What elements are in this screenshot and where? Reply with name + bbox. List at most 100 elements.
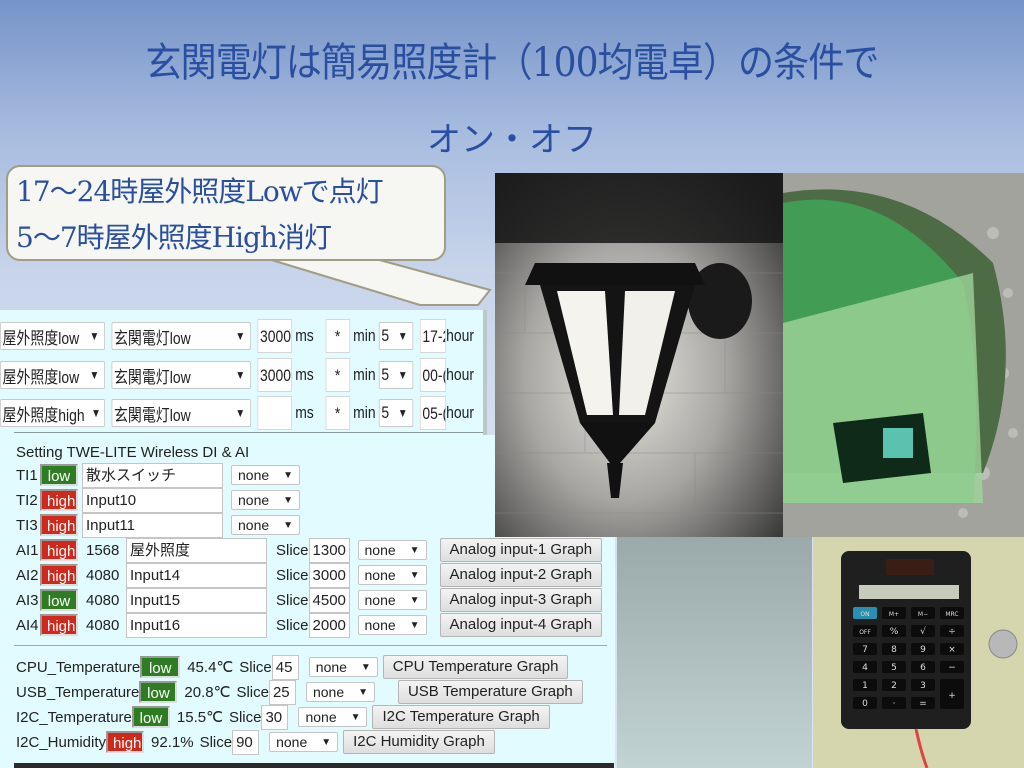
state-badge[interactable]: high: [106, 731, 145, 753]
calculator-key-label: 4: [862, 663, 868, 673]
option-select[interactable]: none ▼: [357, 540, 427, 560]
slice-input[interactable]: 45: [271, 654, 299, 680]
calculator-key-label: −: [948, 663, 956, 673]
dropdown-arrow-icon: ▼: [409, 594, 420, 606]
min-select[interactable]: 5 ▼: [378, 322, 414, 350]
option-select[interactable]: none ▼: [298, 707, 368, 727]
dropdown-arrow-icon: ▼: [91, 406, 101, 420]
option-select[interactable]: none ▼: [357, 615, 427, 635]
dropdown-arrow-icon: ▼: [235, 329, 246, 343]
slice-input[interactable]: 25: [268, 679, 296, 705]
calculator-key-label: M−: [918, 611, 928, 618]
slice-label: Slice: [228, 708, 262, 726]
calculator-photo: ON M+ M− MRC OFF% √ ÷ 7 8 9 × 4 5 6 − 1 2 3 +0 · =: [813, 537, 1024, 768]
calculator-key-label: 5: [891, 663, 897, 673]
slice-input[interactable]: 90: [232, 729, 260, 755]
slice-input[interactable]: 30: [261, 704, 289, 730]
sensor-graph-button[interactable]: I2C Temperature Graph: [372, 705, 550, 729]
condition-select[interactable]: 屋外照度low ▼: [0, 322, 105, 350]
condition-select[interactable]: 屋外照度low ▼: [0, 361, 105, 389]
device-select[interactable]: 玄関電灯low ▼: [111, 361, 251, 389]
sensor-value: 20.8℃: [184, 684, 231, 701]
hour-input[interactable]: 05-(: [419, 396, 447, 430]
callout-line-1: 17〜24時屋外照度Lowで点灯: [16, 175, 384, 208]
callout-line-2: 5〜7時屋外照度High消灯: [16, 221, 332, 254]
hour-label: hour: [446, 403, 475, 422]
calculator-key-label: 8: [891, 645, 897, 655]
input-name-field[interactable]: 散水スイッチ: [82, 462, 223, 488]
min-select[interactable]: 5 ▼: [378, 361, 414, 389]
condition-select[interactable]: 屋外照度high ▼: [0, 399, 105, 427]
input-label: TI2: [16, 491, 38, 509]
sensor-value: 92.1%: [151, 733, 194, 751]
analog-graph-button[interactable]: Analog input-1 Graph: [439, 538, 603, 562]
state-badge[interactable]: low: [139, 681, 178, 703]
rule-row: 屋外照度low▼ 玄関電灯low▼ 3000( ms * min 5▼ 00-(…: [0, 358, 477, 392]
dropdown-arrow-icon: ▼: [397, 329, 408, 343]
input-name-field[interactable]: Input10: [82, 487, 223, 513]
device-select[interactable]: 玄関電灯low ▼: [111, 322, 251, 350]
input-label: AI3: [16, 591, 39, 609]
input-name-field[interactable]: Input11: [82, 512, 223, 538]
ms-label: ms: [295, 365, 314, 384]
state-badge[interactable]: high: [40, 514, 78, 536]
sensor-graph-button[interactable]: I2C Humidity Graph: [343, 730, 495, 754]
state-badge[interactable]: low: [40, 464, 78, 486]
analog-graph-button[interactable]: Analog input-4 Graph: [439, 613, 603, 637]
dropdown-arrow-icon: ▼: [397, 368, 408, 382]
state-badge[interactable]: high: [40, 614, 78, 636]
star-input[interactable]: *: [325, 396, 350, 430]
star-input[interactable]: *: [325, 358, 350, 392]
option-select[interactable]: none ▼: [308, 657, 378, 677]
option-select[interactable]: none ▼: [357, 590, 427, 610]
option-select[interactable]: none ▼: [305, 682, 375, 702]
analog-graph-button[interactable]: Analog input-2 Graph: [439, 563, 603, 587]
input-label: AI4: [16, 616, 39, 634]
min-label: min: [353, 403, 376, 422]
calculator-key-label: 6: [920, 663, 926, 673]
calculator-key-label: +: [948, 691, 956, 701]
sensor-graph-button[interactable]: USB Temperature Graph: [397, 680, 583, 704]
min-label: min: [353, 326, 376, 345]
option-select[interactable]: none ▼: [231, 490, 300, 510]
hour-input[interactable]: 00-(: [419, 358, 447, 392]
calculator-key-label: √: [920, 626, 926, 637]
state-badge[interactable]: high: [40, 539, 78, 561]
state-badge[interactable]: high: [40, 564, 78, 586]
input-label: AI2: [16, 566, 39, 584]
input-name-field[interactable]: Input16: [126, 612, 267, 638]
ms-input[interactable]: 3000(: [257, 319, 292, 353]
analog-input-row: AI3 low 4080 Input15 Slice 4500 none ▼ An…: [16, 587, 603, 613]
option-select[interactable]: none ▼: [231, 515, 300, 535]
slice-input[interactable]: 2000: [308, 612, 350, 638]
digital-input-row: TI2 high Input10 none ▼: [16, 487, 300, 513]
bottom-bar: [14, 763, 614, 768]
sensor-value: 45.4℃: [187, 659, 234, 676]
ms-input[interactable]: [257, 396, 292, 430]
input-name-field[interactable]: 屋外照度: [126, 537, 267, 563]
state-badge[interactable]: low: [140, 656, 181, 678]
sensor-graph-button[interactable]: CPU Temperature Graph: [382, 655, 569, 679]
input-name-field[interactable]: Input14: [126, 562, 267, 588]
slice-input[interactable]: 3000: [308, 562, 350, 588]
wrapped-calculator-sensor-photo: [783, 173, 1024, 537]
calculator-image: ON M+ M− MRC OFF% √ ÷ 7 8 9 × 4 5 6 − 1 2 3 +0 · =: [813, 537, 1024, 768]
hour-input[interactable]: 17-2: [419, 319, 447, 353]
sensor-row: I2C_Humidity high 92.1% Slice 90 none ▼ I…: [16, 729, 495, 755]
slice-input[interactable]: 4500: [308, 587, 350, 613]
option-select[interactable]: none ▼: [269, 732, 339, 752]
slice-input[interactable]: 1300: [308, 537, 350, 563]
min-select[interactable]: 5 ▼: [378, 399, 414, 427]
analog-graph-button[interactable]: Analog input-3 Graph: [439, 588, 603, 612]
state-badge[interactable]: low: [40, 589, 78, 611]
input-name-field[interactable]: Input15: [126, 587, 267, 613]
state-badge[interactable]: low: [131, 706, 170, 728]
ms-input[interactable]: 3000(: [257, 358, 292, 392]
slide-title: 玄関電灯は簡易照度計（100均電卓）の条件で: [145, 40, 880, 86]
dropdown-arrow-icon: ▼: [89, 368, 100, 382]
option-select[interactable]: none ▼: [231, 465, 300, 485]
state-badge[interactable]: high: [40, 489, 78, 511]
option-select[interactable]: none ▼: [357, 565, 427, 585]
star-input[interactable]: *: [325, 319, 350, 353]
device-select[interactable]: 玄関電灯low ▼: [111, 399, 251, 427]
